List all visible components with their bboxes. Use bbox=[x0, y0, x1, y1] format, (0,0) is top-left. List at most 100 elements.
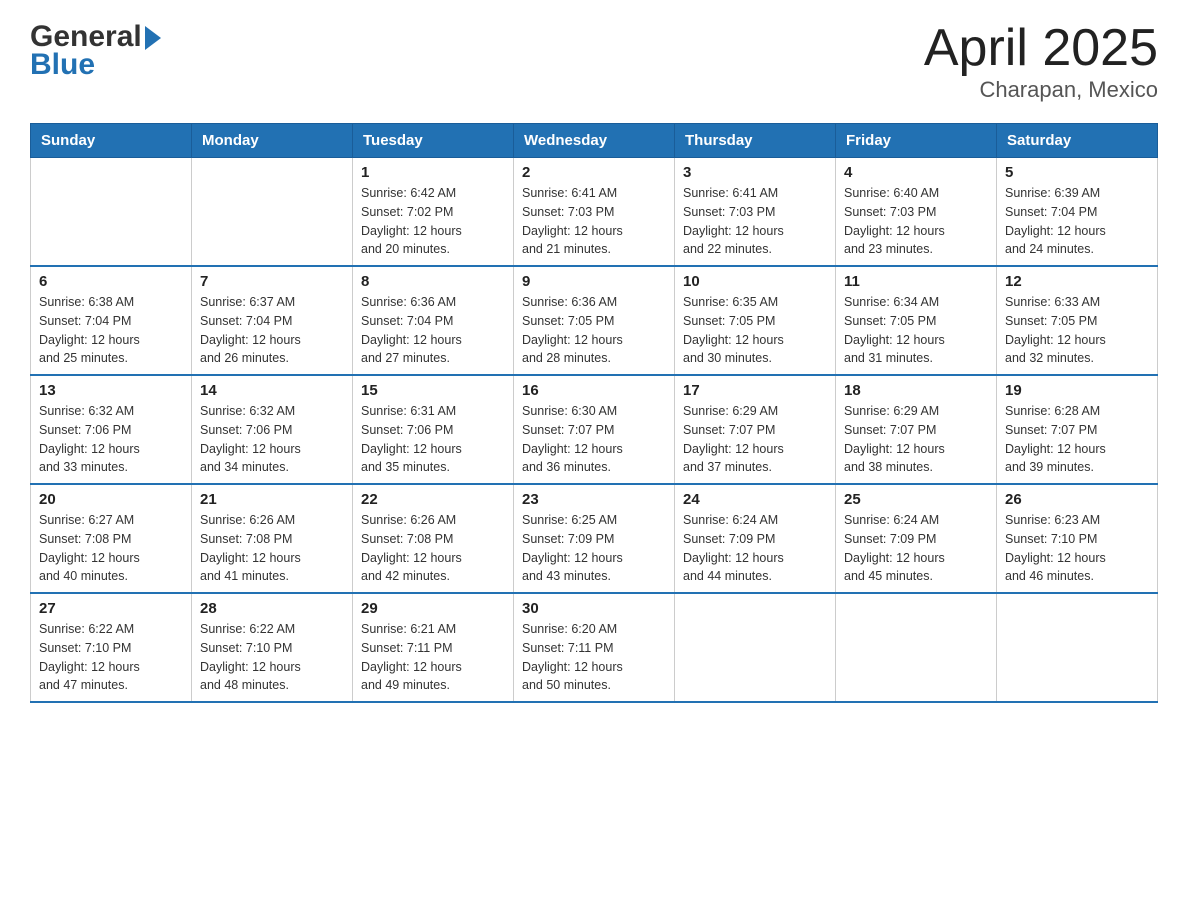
calendar-cell: 12Sunrise: 6:33 AM Sunset: 7:05 PM Dayli… bbox=[997, 266, 1158, 375]
day-info: Sunrise: 6:24 AM Sunset: 7:09 PM Dayligh… bbox=[683, 511, 827, 586]
day-number: 15 bbox=[361, 382, 505, 399]
calendar-cell: 15Sunrise: 6:31 AM Sunset: 7:06 PM Dayli… bbox=[353, 375, 514, 484]
calendar-cell bbox=[997, 593, 1158, 702]
day-number: 11 bbox=[844, 273, 988, 290]
day-info: Sunrise: 6:20 AM Sunset: 7:11 PM Dayligh… bbox=[522, 620, 666, 695]
day-info: Sunrise: 6:24 AM Sunset: 7:09 PM Dayligh… bbox=[844, 511, 988, 586]
calendar-cell: 22 Sunrise: 6:26 AM Sunset: 7:08 PM Dayli… bbox=[353, 484, 514, 593]
header-row: SundayMondayTuesdayWednesdayThursdayFrid… bbox=[31, 124, 1158, 158]
calendar-cell: 23 Sunrise: 6:25 AM Sunset: 7:09 PM Dayli… bbox=[514, 484, 675, 593]
day-info: Sunrise: 6:27 AM Sunset: 7:08 PM Dayligh… bbox=[39, 511, 183, 586]
day-number: 16 bbox=[522, 382, 666, 399]
day-number: 18 bbox=[844, 382, 988, 399]
day-number: 13 bbox=[39, 382, 183, 399]
calendar-cell: 27 Sunrise: 6:22 AM Sunset: 7:10 PM Dayli… bbox=[31, 593, 192, 702]
day-info: Sunrise: 6:37 AM Sunset: 7:04 PM Dayligh… bbox=[200, 293, 344, 368]
logo-blue-text: Blue bbox=[30, 48, 95, 82]
calendar-cell: 13 Sunrise: 6:32 AM Sunset: 7:06 PM Dayli… bbox=[31, 375, 192, 484]
header-day-sunday: Sunday bbox=[31, 124, 192, 158]
header-day-friday: Friday bbox=[836, 124, 997, 158]
day-number: 5 bbox=[1005, 164, 1149, 181]
calendar-cell: 21 Sunrise: 6:26 AM Sunset: 7:08 PM Dayli… bbox=[192, 484, 353, 593]
calendar-week-1: 6Sunrise: 6:38 AM Sunset: 7:04 PM Daylig… bbox=[31, 266, 1158, 375]
day-number: 22 bbox=[361, 491, 505, 508]
page-subtitle: Charapan, Mexico bbox=[924, 77, 1158, 103]
day-info: Sunrise: 6:36 AM Sunset: 7:05 PM Dayligh… bbox=[522, 293, 666, 368]
day-number: 24 bbox=[683, 491, 827, 508]
day-number: 23 bbox=[522, 491, 666, 508]
day-info: Sunrise: 6:33 AM Sunset: 7:05 PM Dayligh… bbox=[1005, 293, 1149, 368]
page-title: April 2025 bbox=[924, 20, 1158, 77]
calendar-body: 1Sunrise: 6:42 AM Sunset: 7:02 PM Daylig… bbox=[31, 158, 1158, 703]
day-info: Sunrise: 6:42 AM Sunset: 7:02 PM Dayligh… bbox=[361, 184, 505, 259]
day-info: Sunrise: 6:39 AM Sunset: 7:04 PM Dayligh… bbox=[1005, 184, 1149, 259]
calendar-cell bbox=[836, 593, 997, 702]
day-number: 6 bbox=[39, 273, 183, 290]
header-day-thursday: Thursday bbox=[675, 124, 836, 158]
calendar-cell: 10Sunrise: 6:35 AM Sunset: 7:05 PM Dayli… bbox=[675, 266, 836, 375]
day-info: Sunrise: 6:41 AM Sunset: 7:03 PM Dayligh… bbox=[522, 184, 666, 259]
calendar-cell: 18 Sunrise: 6:29 AM Sunset: 7:07 PM Dayli… bbox=[836, 375, 997, 484]
day-info: Sunrise: 6:34 AM Sunset: 7:05 PM Dayligh… bbox=[844, 293, 988, 368]
day-number: 20 bbox=[39, 491, 183, 508]
day-number: 29 bbox=[361, 600, 505, 617]
calendar-cell bbox=[192, 158, 353, 267]
day-info: Sunrise: 6:26 AM Sunset: 7:08 PM Dayligh… bbox=[200, 511, 344, 586]
day-number: 3 bbox=[683, 164, 827, 181]
logo: General Blue bbox=[30, 20, 161, 82]
calendar-cell: 4 Sunrise: 6:40 AM Sunset: 7:03 PM Daylig… bbox=[836, 158, 997, 267]
day-number: 19 bbox=[1005, 382, 1149, 399]
day-number: 30 bbox=[522, 600, 666, 617]
calendar-cell: 26Sunrise: 6:23 AM Sunset: 7:10 PM Dayli… bbox=[997, 484, 1158, 593]
calendar-cell: 28 Sunrise: 6:22 AM Sunset: 7:10 PM Dayli… bbox=[192, 593, 353, 702]
day-info: Sunrise: 6:29 AM Sunset: 7:07 PM Dayligh… bbox=[683, 402, 827, 477]
day-number: 28 bbox=[200, 600, 344, 617]
day-info: Sunrise: 6:40 AM Sunset: 7:03 PM Dayligh… bbox=[844, 184, 988, 259]
day-number: 7 bbox=[200, 273, 344, 290]
header-day-wednesday: Wednesday bbox=[514, 124, 675, 158]
day-number: 27 bbox=[39, 600, 183, 617]
calendar-table: SundayMondayTuesdayWednesdayThursdayFrid… bbox=[30, 123, 1158, 703]
calendar-week-0: 1Sunrise: 6:42 AM Sunset: 7:02 PM Daylig… bbox=[31, 158, 1158, 267]
title-area: April 2025 Charapan, Mexico bbox=[924, 20, 1158, 103]
page-header: General Blue April 2025 Charapan, Mexico bbox=[30, 20, 1158, 103]
calendar-cell: 8Sunrise: 6:36 AM Sunset: 7:04 PM Daylig… bbox=[353, 266, 514, 375]
day-number: 21 bbox=[200, 491, 344, 508]
day-number: 2 bbox=[522, 164, 666, 181]
logo-triangle-icon bbox=[145, 26, 161, 50]
day-info: Sunrise: 6:32 AM Sunset: 7:06 PM Dayligh… bbox=[200, 402, 344, 477]
day-info: Sunrise: 6:22 AM Sunset: 7:10 PM Dayligh… bbox=[200, 620, 344, 695]
day-info: Sunrise: 6:23 AM Sunset: 7:10 PM Dayligh… bbox=[1005, 511, 1149, 586]
header-day-saturday: Saturday bbox=[997, 124, 1158, 158]
calendar-week-2: 13 Sunrise: 6:32 AM Sunset: 7:06 PM Dayli… bbox=[31, 375, 1158, 484]
calendar-cell: 11 Sunrise: 6:34 AM Sunset: 7:05 PM Dayli… bbox=[836, 266, 997, 375]
day-info: Sunrise: 6:29 AM Sunset: 7:07 PM Dayligh… bbox=[844, 402, 988, 477]
calendar-cell: 20 Sunrise: 6:27 AM Sunset: 7:08 PM Dayli… bbox=[31, 484, 192, 593]
calendar-week-4: 27 Sunrise: 6:22 AM Sunset: 7:10 PM Dayli… bbox=[31, 593, 1158, 702]
calendar-cell: 25 Sunrise: 6:24 AM Sunset: 7:09 PM Dayli… bbox=[836, 484, 997, 593]
calendar-cell: 1Sunrise: 6:42 AM Sunset: 7:02 PM Daylig… bbox=[353, 158, 514, 267]
day-info: Sunrise: 6:35 AM Sunset: 7:05 PM Dayligh… bbox=[683, 293, 827, 368]
day-number: 17 bbox=[683, 382, 827, 399]
day-info: Sunrise: 6:22 AM Sunset: 7:10 PM Dayligh… bbox=[39, 620, 183, 695]
calendar-cell bbox=[675, 593, 836, 702]
calendar-cell: 19Sunrise: 6:28 AM Sunset: 7:07 PM Dayli… bbox=[997, 375, 1158, 484]
day-info: Sunrise: 6:26 AM Sunset: 7:08 PM Dayligh… bbox=[361, 511, 505, 586]
calendar-cell: 17 Sunrise: 6:29 AM Sunset: 7:07 PM Dayli… bbox=[675, 375, 836, 484]
header-day-tuesday: Tuesday bbox=[353, 124, 514, 158]
day-info: Sunrise: 6:32 AM Sunset: 7:06 PM Dayligh… bbox=[39, 402, 183, 477]
day-info: Sunrise: 6:36 AM Sunset: 7:04 PM Dayligh… bbox=[361, 293, 505, 368]
calendar-cell: 24 Sunrise: 6:24 AM Sunset: 7:09 PM Dayli… bbox=[675, 484, 836, 593]
day-info: Sunrise: 6:25 AM Sunset: 7:09 PM Dayligh… bbox=[522, 511, 666, 586]
day-number: 25 bbox=[844, 491, 988, 508]
calendar-header: SundayMondayTuesdayWednesdayThursdayFrid… bbox=[31, 124, 1158, 158]
calendar-cell: 2 Sunrise: 6:41 AM Sunset: 7:03 PM Daylig… bbox=[514, 158, 675, 267]
day-number: 4 bbox=[844, 164, 988, 181]
calendar-cell: 6Sunrise: 6:38 AM Sunset: 7:04 PM Daylig… bbox=[31, 266, 192, 375]
calendar-cell: 9Sunrise: 6:36 AM Sunset: 7:05 PM Daylig… bbox=[514, 266, 675, 375]
calendar-cell: 14Sunrise: 6:32 AM Sunset: 7:06 PM Dayli… bbox=[192, 375, 353, 484]
day-info: Sunrise: 6:21 AM Sunset: 7:11 PM Dayligh… bbox=[361, 620, 505, 695]
calendar-cell: 29 Sunrise: 6:21 AM Sunset: 7:11 PM Dayli… bbox=[353, 593, 514, 702]
calendar-cell: 3Sunrise: 6:41 AM Sunset: 7:03 PM Daylig… bbox=[675, 158, 836, 267]
calendar-cell: 7 Sunrise: 6:37 AM Sunset: 7:04 PM Daylig… bbox=[192, 266, 353, 375]
